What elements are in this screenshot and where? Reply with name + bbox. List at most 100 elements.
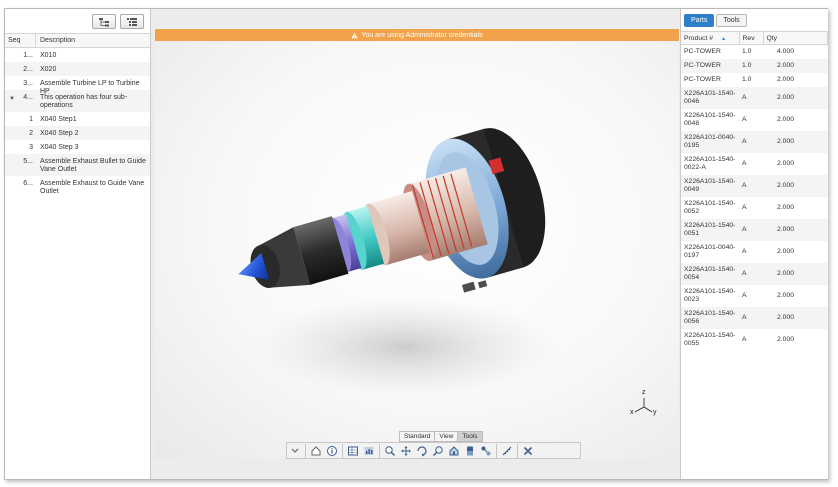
operations-header: Seq Description xyxy=(5,33,150,48)
rev-cell: A xyxy=(739,86,763,109)
qty-column-header[interactable]: Qty xyxy=(763,31,828,45)
table-row[interactable]: X226A101-1540-0023 A 2.000 xyxy=(681,285,828,307)
info-button[interactable] xyxy=(324,444,340,458)
zoom-icon xyxy=(385,445,395,456)
qty-cell: 2.000 xyxy=(777,247,795,255)
qty-cell: 2.000 xyxy=(763,130,828,153)
operation-seq: 3... xyxy=(23,80,33,87)
table-row[interactable]: X226A101-1540-0022-A A 2.000 xyxy=(681,153,828,175)
product-cell: X226A101-0040-0197 xyxy=(684,244,736,259)
toolbar-separator xyxy=(517,443,518,458)
operation-description: X040 Step 2 xyxy=(40,130,79,137)
tab-tools[interactable]: Tools xyxy=(716,13,747,27)
operation-row[interactable]: ▼ 4... This operation has four sub-opera… xyxy=(5,90,150,112)
qty-cell: 2.000 xyxy=(763,174,828,197)
zoom-button[interactable] xyxy=(382,444,398,458)
qty-cell: 2.000 xyxy=(777,75,795,83)
operation-description: X020 xyxy=(40,66,57,73)
tab-tools[interactable]: Tools xyxy=(457,431,483,442)
explode-icon xyxy=(481,446,491,455)
list-view-button[interactable] xyxy=(120,14,144,29)
axis-z-label: z xyxy=(642,389,646,396)
operation-seq: 1... xyxy=(23,52,33,59)
list-icon xyxy=(127,17,137,26)
section-button[interactable] xyxy=(462,444,478,458)
rev-cell: A xyxy=(742,115,747,123)
toolbar-collapse-button[interactable] xyxy=(287,444,303,458)
seq-column-header[interactable]: Seq xyxy=(5,34,36,47)
parts-panel: Parts Tools Product # ▲ Rev Qty PC-TOWER 1… xyxy=(680,9,828,479)
rev-cell: A xyxy=(742,247,747,255)
close-tools-button[interactable] xyxy=(520,444,536,458)
axis-triad: z x y xyxy=(630,389,657,419)
chevron-down-icon xyxy=(291,448,299,453)
rotate-button[interactable] xyxy=(414,444,430,458)
qty-cell: 2.000 xyxy=(763,58,828,73)
explode-button[interactable] xyxy=(478,444,494,458)
hierarchy-view-button[interactable] xyxy=(92,14,116,29)
tab-parts[interactable]: Parts xyxy=(684,13,715,27)
operation-row[interactable]: 1... X010 xyxy=(5,48,150,62)
operation-seq: ▼ 4... xyxy=(9,94,33,103)
rev-cell: A xyxy=(739,174,763,197)
operation-description: Assemble Exhaust to Guide Vane Outlet xyxy=(40,180,145,195)
section-icon xyxy=(467,446,473,455)
table-row[interactable]: PC-TOWER 1.0 2.000 xyxy=(681,58,828,73)
table-row[interactable]: X226A101-1540-0046 A 2.000 xyxy=(681,86,828,109)
operation-row[interactable]: 2... X020 xyxy=(5,62,150,76)
product-cell: X226A101-1540-0054 xyxy=(681,262,739,285)
operation-row[interactable]: 5... Assemble Exhaust Bullet to Guide Va… xyxy=(5,154,150,176)
product-cell: X226A101-1540-0022-A xyxy=(684,156,736,171)
toolbar-separator xyxy=(305,443,306,458)
lasso-zoom-button[interactable] xyxy=(430,444,446,458)
rev-column-header[interactable]: Rev xyxy=(739,31,764,45)
table-row[interactable]: PC-TOWER 1.0 2.000 xyxy=(681,73,828,87)
rev-cell: 1.0 xyxy=(739,58,763,73)
operation-seq: 3 xyxy=(29,144,33,151)
pan-button[interactable] xyxy=(398,444,414,458)
measure-button[interactable] xyxy=(499,444,515,458)
operation-row[interactable]: 6... Assemble Exhaust to Guide Vane Outl… xyxy=(5,176,150,198)
rotate-icon xyxy=(417,445,427,456)
pan-icon xyxy=(401,445,411,456)
tab-standard[interactable]: Standard xyxy=(399,431,436,442)
sub-operation-row[interactable]: 2 X040 Step 2 xyxy=(5,126,150,140)
turbine-engine-model[interactable] xyxy=(155,29,679,459)
operation-description: This operation has four sub-operations xyxy=(40,94,128,109)
product-column-header[interactable]: Product # ▲ xyxy=(681,31,740,45)
toolbar-separator xyxy=(379,443,380,458)
product-cell: X226A101-1540-0046 xyxy=(681,86,739,109)
table-button[interactable] xyxy=(345,444,361,458)
operations-panel: Seq Description 1... X010 2... X020 3...… xyxy=(5,9,151,479)
fit-button[interactable] xyxy=(446,444,462,458)
table-row[interactable]: X226A101-1540-0051 A 2.000 xyxy=(681,218,828,241)
operation-seq: 1 xyxy=(29,116,33,123)
expand-triangle-icon[interactable]: ▼ xyxy=(9,95,15,103)
operations-toolbar xyxy=(5,9,150,33)
tab-view[interactable]: View xyxy=(434,431,459,442)
description-column-header[interactable]: Description xyxy=(36,37,75,44)
3d-canvas[interactable]: You are using Administrator credentials xyxy=(155,29,679,459)
table-row[interactable]: X226A101-1540-0049 A 2.000 xyxy=(681,174,828,197)
qty-cell: 2.000 xyxy=(777,115,795,123)
table-row[interactable]: X226A101-1540-0056 A 2.000 xyxy=(681,306,828,329)
operation-seq: 5... xyxy=(23,158,33,165)
info-icon xyxy=(327,445,337,456)
product-cell: X226A101-0040-0195 xyxy=(681,130,739,153)
home-button[interactable] xyxy=(308,444,324,458)
sub-operation-row[interactable]: 3 X040 Step 3 xyxy=(5,140,150,154)
qty-cell: 2.000 xyxy=(763,306,828,329)
table-row[interactable]: X226A101-1540-0052 A 2.000 xyxy=(681,197,828,219)
table-row[interactable]: X226A101-1540-0048 A 2.000 xyxy=(681,109,828,131)
table-row[interactable]: X226A101-0040-0197 A 2.000 xyxy=(681,241,828,263)
app-window: Seq Description 1... X010 2... X020 3...… xyxy=(4,8,828,480)
operation-row[interactable]: 3... Assemble Turbine LP to Turbine HP xyxy=(5,76,150,95)
sub-operation-row[interactable]: 1 X040 Step1 xyxy=(5,112,150,126)
table-row[interactable]: PC-TOWER 1.0 4.000 xyxy=(681,45,828,59)
table-row[interactable]: X226A101-0040-0195 A 2.000 xyxy=(681,130,828,153)
qty-cell: 2.000 xyxy=(763,86,828,109)
chart-button[interactable] xyxy=(361,444,377,458)
table-row[interactable]: X226A101-1540-0055 A 2.000 xyxy=(681,329,828,351)
table-row[interactable]: X226A101-1540-0054 A 2.000 xyxy=(681,262,828,285)
hierarchy-icon xyxy=(99,17,109,26)
